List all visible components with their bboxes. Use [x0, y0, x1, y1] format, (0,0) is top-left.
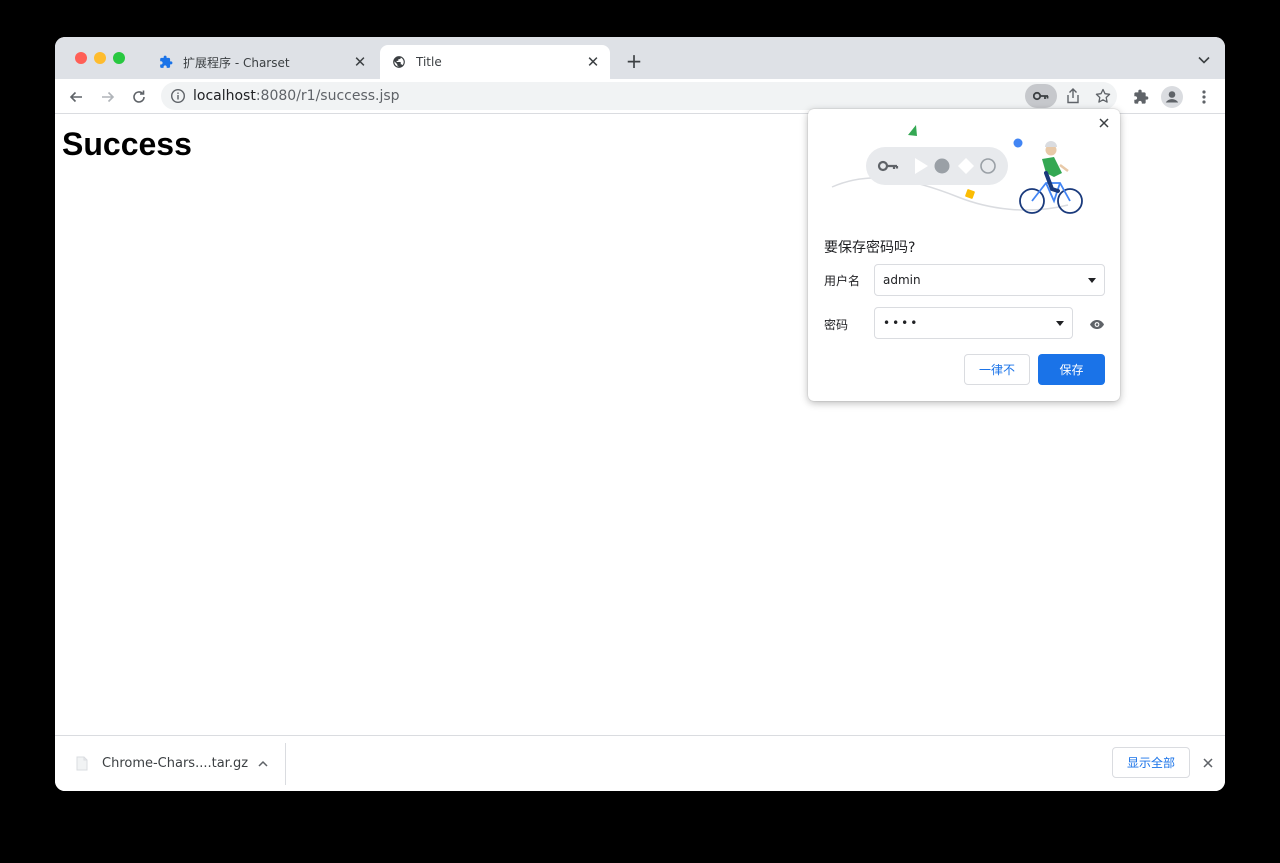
password-select[interactable]: •••• [874, 307, 1073, 339]
forward-arrow-icon[interactable] [96, 85, 120, 109]
file-icon [76, 756, 88, 771]
url-text: localhost:8080/r1/success.jsp [193, 88, 400, 104]
tab-extensions[interactable]: 扩展程序 - Charset ✕ [147, 45, 377, 79]
window-minimize-button[interactable] [94, 52, 106, 64]
username-value: admin [883, 273, 921, 287]
show-password-eye-icon[interactable] [1088, 315, 1106, 333]
page-heading: Success [62, 126, 192, 162]
dropdown-caret-icon [1056, 321, 1064, 326]
dropdown-caret-icon [1088, 278, 1096, 283]
save-password-button[interactable]: 保存 [1038, 354, 1105, 385]
tab-strip: 扩展程序 - Charset ✕ Title ✕ + [55, 37, 1225, 79]
info-icon[interactable] [170, 88, 186, 104]
profile-avatar-icon[interactable] [1160, 85, 1184, 109]
bookmark-star-icon[interactable] [1093, 86, 1113, 106]
tab-title: 扩展程序 - Charset [183, 55, 290, 70]
show-all-downloads-button[interactable]: 显示全部 [1112, 747, 1190, 778]
browser-window: 扩展程序 - Charset ✕ Title ✕ + localhost:808… [55, 37, 1225, 791]
dialog-title: 要保存密码吗? [824, 240, 916, 256]
close-shelf-icon[interactable] [1199, 754, 1217, 772]
new-tab-button[interactable]: + [623, 49, 645, 73]
reload-icon[interactable] [127, 85, 151, 109]
dialog-close-icon[interactable] [1096, 115, 1112, 131]
password-value: •••• [883, 316, 920, 330]
divider [285, 743, 286, 785]
password-label: 密码 [824, 318, 849, 332]
tab-search-chevron-icon[interactable] [1195, 51, 1213, 69]
window-zoom-button[interactable] [113, 52, 125, 64]
chevron-up-icon[interactable] [255, 755, 271, 771]
tab-close-icon[interactable]: ✕ [351, 53, 369, 71]
share-icon[interactable] [1063, 86, 1083, 106]
save-password-dialog: 要保存密码吗? 用户名 admin 密码 •••• 一律不 保存 [808, 109, 1120, 401]
back-arrow-icon[interactable] [64, 85, 88, 109]
never-save-button[interactable]: 一律不 [964, 354, 1030, 385]
puzzle-icon [158, 54, 174, 70]
password-illustration [831, 125, 1083, 214]
window-close-button[interactable] [75, 52, 87, 64]
tab-title: Title [416, 55, 442, 69]
download-shelf: Chrome-Chars....tar.gz 显示全部 [55, 735, 1225, 791]
key-icon[interactable] [1025, 84, 1057, 108]
username-label: 用户名 [824, 274, 861, 288]
tab-close-icon[interactable]: ✕ [584, 53, 602, 71]
address-bar[interactable]: localhost:8080/r1/success.jsp [161, 82, 1117, 110]
username-select[interactable]: admin [874, 264, 1105, 296]
more-menu-icon[interactable] [1192, 85, 1216, 109]
download-file-name[interactable]: Chrome-Chars....tar.gz [102, 756, 248, 771]
tab-title-page[interactable]: Title ✕ [380, 45, 610, 79]
extensions-puzzle-icon[interactable] [1129, 85, 1153, 109]
globe-icon [391, 54, 407, 70]
